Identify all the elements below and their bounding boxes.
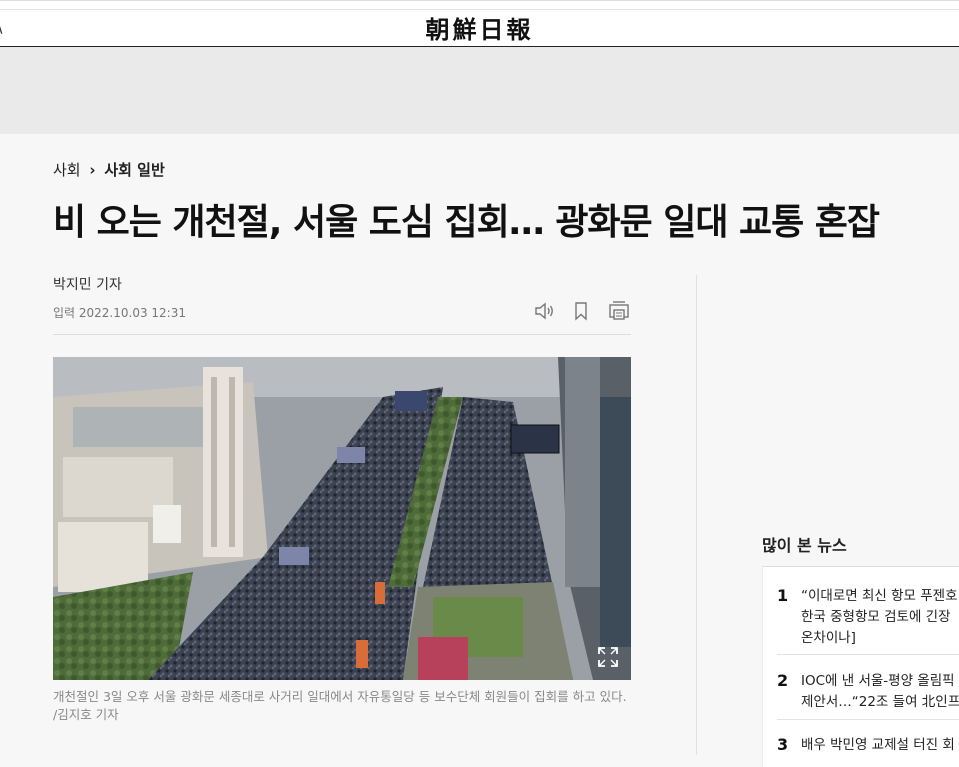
expand-icon[interactable] xyxy=(595,644,621,670)
most-viewed-headline: IOC에 낸 서울-평양 올림픽 제안서…“22조 들여 北인프 xyxy=(801,671,959,713)
site-logo[interactable]: 朝鮮日報 xyxy=(0,10,959,45)
photo-caption: 개천절인 3일 오후 서울 광화문 세종대로 사거리 일대에서 자유통일당 등 … xyxy=(53,689,627,722)
most-viewed-headline: 배우 박민영 교제설 터진 회 xyxy=(801,735,959,756)
headline-line: 배우 박민영 교제설 터진 회 xyxy=(801,737,955,753)
article-headline: 비 오는 개천절, 서울 도심 집회… 광화문 일대 교통 혼잡 xyxy=(53,202,880,243)
headline-line: 온차이나] xyxy=(801,630,856,646)
most-viewed-list: 1 “이대로면 최신 항모 푸젠호 한국 중형항모 검토에 긴장 온차이나] 2… xyxy=(762,566,959,767)
ad-banner xyxy=(0,47,959,134)
headline-line: “이대로면 최신 항모 푸젠호 xyxy=(801,588,958,604)
most-viewed-item[interactable]: 1 “이대로면 최신 항모 푸젠호 한국 중형항모 검토에 긴장 온차이나] xyxy=(763,586,959,656)
publish-date: 입력 2022.10.03 12:31 xyxy=(53,306,186,320)
rank-number: 2 xyxy=(777,671,789,690)
list-divider xyxy=(777,719,959,720)
rally-aerial-photo xyxy=(53,357,631,680)
rank-number: 3 xyxy=(777,735,789,754)
most-viewed-item[interactable]: 3 배우 박민영 교제설 터진 회 xyxy=(763,735,959,759)
reporter-name[interactable]: 박지민 기자 xyxy=(53,274,122,294)
headline-line: IOC에 낸 서울-평양 올림픽 xyxy=(801,673,955,689)
most-viewed-item[interactable]: 2 IOC에 낸 서울-평양 올림픽 제안서…“22조 들여 北인프 xyxy=(763,671,959,721)
column-divider xyxy=(696,275,697,755)
headline-line: 제안서…“22조 들여 北인프 xyxy=(801,694,959,710)
headline-line: 한국 중형항모 검토에 긴장 xyxy=(801,609,951,625)
speaker-icon[interactable] xyxy=(532,299,556,323)
most-viewed-title: 많이 본 뉴스 xyxy=(762,536,847,555)
breadcrumb: 사회 › 사회 일반 xyxy=(53,159,165,180)
article-tools xyxy=(532,299,632,323)
header-divider xyxy=(53,334,631,335)
most-viewed-headline: “이대로면 최신 항모 푸젠호 한국 중형항모 검토에 긴장 온차이나] xyxy=(801,586,959,649)
breadcrumb-subsection-link[interactable]: 사회 일반 xyxy=(104,161,164,179)
breadcrumb-section-link[interactable]: 사회 xyxy=(53,161,81,179)
bookmark-icon[interactable] xyxy=(569,299,593,323)
chevron-right-icon: › xyxy=(89,161,96,179)
article-photo[interactable] xyxy=(53,357,631,680)
rank-number: 1 xyxy=(777,586,789,605)
masthead: \ 朝鮮日報 xyxy=(0,0,959,47)
print-icon[interactable] xyxy=(607,299,631,323)
list-divider xyxy=(777,654,959,655)
